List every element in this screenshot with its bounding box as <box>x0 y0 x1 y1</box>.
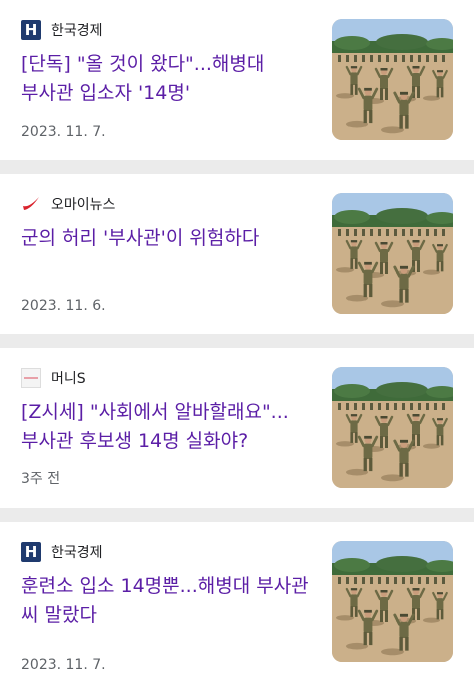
source-row: 오마이뉴스 <box>21 193 115 215</box>
news-card[interactable]: H 한국경제 [단독] "올 것이 왔다"...해병대 부사관 입소자 '14명… <box>0 0 474 160</box>
publish-date: 3주 전 <box>21 471 61 487</box>
hankyung-logo-icon: H <box>21 20 41 40</box>
publish-date: 2023. 11. 7. <box>21 657 106 673</box>
publish-date: 2023. 11. 6. <box>21 298 106 314</box>
source-name: 한국경제 <box>51 545 103 561</box>
headline-link[interactable]: 군의 허리 '부사관'이 위험하다 <box>21 224 313 253</box>
headline-link[interactable]: 훈련소 입소 14명뿐...해병대 부사관 씨 말랐다 <box>21 572 313 630</box>
headline-link[interactable]: [Z시세] "사회에서 알바할래요"... 부사관 후보생 14명 실화야? <box>21 398 313 456</box>
thumbnail-image[interactable] <box>332 19 453 140</box>
source-row: H 한국경제 <box>21 19 103 41</box>
news-card[interactable]: H 한국경제 훈련소 입소 14명뿐...해병대 부사관 씨 말랐다 2023.… <box>0 522 474 693</box>
headline-link[interactable]: [단독] "올 것이 왔다"...해병대 부사관 입소자 '14명' <box>21 50 313 108</box>
moneys-logo-icon <box>21 368 41 388</box>
source-row: 머니S <box>21 367 86 389</box>
hankyung-logo-icon: H <box>21 542 41 562</box>
source-name: 머니S <box>51 371 86 387</box>
thumbnail-image[interactable] <box>332 367 453 488</box>
news-card[interactable]: 오마이뉴스 군의 허리 '부사관'이 위험하다 2023. 11. 6. <box>0 174 474 334</box>
ohmynews-logo-icon <box>21 194 41 214</box>
thumbnail-image[interactable] <box>332 541 453 662</box>
news-feed: H 한국경제 [단독] "올 것이 왔다"...해병대 부사관 입소자 '14명… <box>0 0 474 693</box>
thumbnail-image[interactable] <box>332 193 453 314</box>
source-name: 오마이뉴스 <box>51 197 116 213</box>
source-row: H 한국경제 <box>21 541 103 563</box>
source-name: 한국경제 <box>51 23 103 39</box>
news-card[interactable]: 머니S [Z시세] "사회에서 알바할래요"... 부사관 후보생 14명 실화… <box>0 348 474 508</box>
publish-date: 2023. 11. 7. <box>21 124 106 140</box>
